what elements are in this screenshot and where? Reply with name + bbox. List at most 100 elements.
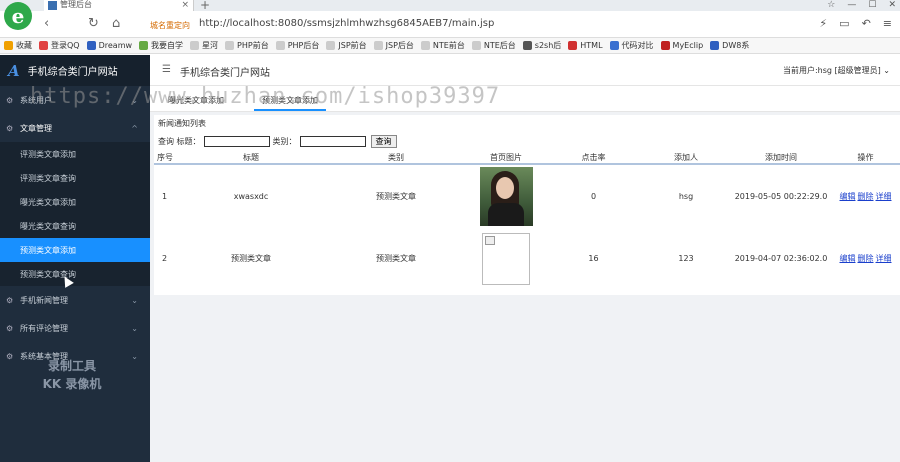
watermark-line: KK 录像机 bbox=[42, 377, 102, 391]
grid-icon bbox=[522, 41, 532, 50]
reload-icon[interactable]: ↻ bbox=[88, 16, 99, 31]
bookmark-item[interactable]: MyEclip bbox=[660, 41, 703, 50]
sidebar-item-exposure-query[interactable]: 曝光类文章查询 bbox=[0, 214, 150, 238]
bookmark-item[interactable]: NTE前台 bbox=[420, 40, 465, 51]
delete-link[interactable]: 删除 bbox=[858, 192, 874, 201]
sidebar-item-forecast-query[interactable]: 预测类文章查询 bbox=[0, 262, 150, 286]
chevron-down-icon: ⌄ bbox=[131, 295, 138, 305]
dreamweaver-icon bbox=[86, 41, 96, 50]
site-logo-icon: A bbox=[8, 61, 20, 80]
chevron-down-icon: ⌄ bbox=[131, 351, 138, 361]
search-button[interactable]: 查询 bbox=[370, 135, 397, 148]
col-header: 类别 bbox=[326, 152, 466, 165]
edit-link[interactable]: 编辑 bbox=[840, 192, 856, 201]
chevron-down-icon: ⌄ bbox=[131, 323, 138, 333]
lightning-icon[interactable]: ⚡ bbox=[819, 17, 827, 30]
bookmark-item[interactable]: s2sh后 bbox=[522, 40, 561, 51]
bookmark-item[interactable]: PHP前台 bbox=[225, 40, 269, 51]
sidebar-item-exposure-add[interactable]: 曝光类文章添加 bbox=[0, 190, 150, 214]
favorite-icon[interactable]: ☆ bbox=[827, 0, 835, 10]
eclipse-icon bbox=[660, 41, 670, 50]
window-controls: ☆ — ☐ ✕ bbox=[827, 0, 896, 10]
detail-link[interactable]: 详细 bbox=[876, 254, 892, 263]
sidebar-item-review-query[interactable]: 评测类文章查询 bbox=[0, 166, 150, 190]
title-search-input[interactable] bbox=[203, 136, 270, 147]
edit-link[interactable]: 编辑 bbox=[840, 254, 856, 263]
page-icon bbox=[326, 41, 336, 50]
hamburger-icon[interactable]: ☰ bbox=[162, 64, 171, 75]
sidebar-item-review-add[interactable]: 评测类文章添加 bbox=[0, 142, 150, 166]
sidebar-item-forecast-add[interactable]: 预测类文章添加 bbox=[0, 238, 150, 262]
address-bar[interactable]: http://localhost:8080/ssmsjzhlmhwzhsg684… bbox=[199, 18, 494, 29]
gear-icon: ⚙ bbox=[6, 351, 14, 361]
col-header: 点击率 bbox=[546, 152, 641, 165]
watermark-line: 录制工具 bbox=[47, 359, 96, 373]
table-header-row: 序号 标题 类别 首页图片 点击率 添加人 添加时间 操作 bbox=[154, 152, 900, 165]
bookmarks-bar: 收藏 登录QQ Dreamw 我要自学 星河 PHP前台 PHP后台 JSP前台… bbox=[0, 38, 900, 54]
sidebar-group-label: 文章管理 bbox=[20, 123, 52, 133]
bookmark-item[interactable]: JSP前台 bbox=[326, 40, 367, 51]
undo-icon[interactable]: ↶ bbox=[862, 17, 871, 30]
page-icon bbox=[275, 41, 285, 50]
gear-icon: ⚙ bbox=[6, 123, 14, 133]
bookmark-item[interactable]: NTE后台 bbox=[471, 40, 516, 51]
site-title: 手机综合类门户网站 bbox=[27, 67, 118, 78]
cell-clicks: 16 bbox=[588, 254, 599, 263]
nav-right-tools: ⚡ ▭ ↶ ≡ bbox=[819, 17, 892, 30]
cell-time: 2019-04-07 02:36:02.0 bbox=[734, 254, 828, 263]
bookmark-item[interactable]: 登录QQ bbox=[39, 40, 80, 51]
category-search-input[interactable] bbox=[299, 136, 366, 147]
tab-favicon-icon bbox=[48, 1, 57, 10]
home-icon[interactable]: ⌂ bbox=[112, 16, 120, 31]
detail-link[interactable]: 详细 bbox=[876, 192, 892, 201]
close-window-button[interactable]: ✕ bbox=[888, 0, 896, 10]
overlay-watermark: https://www.huzhan.com/ishop39397 bbox=[30, 84, 501, 109]
delete-link[interactable]: 删除 bbox=[858, 254, 874, 263]
bookmark-item[interactable]: 代码对比 bbox=[609, 40, 654, 51]
minimize-button[interactable]: — bbox=[847, 0, 856, 10]
browser-tab[interactable]: 管理后台 × bbox=[44, 0, 194, 11]
cell-category: 预测类文章 bbox=[376, 191, 416, 201]
sidebar-group-phone-news[interactable]: ⚙ 手机新闻管理 ⌄ bbox=[0, 286, 150, 314]
tab-close-icon[interactable]: × bbox=[181, 0, 189, 10]
broken-image-icon bbox=[482, 232, 530, 285]
bookmark-item[interactable]: 收藏 bbox=[4, 40, 32, 51]
page-icon bbox=[373, 41, 383, 50]
sidebar-group-comments[interactable]: ⚙ 所有评论管理 ⌄ bbox=[0, 314, 150, 342]
bookmark-item[interactable]: PHP后台 bbox=[275, 40, 319, 51]
cell-no: 1 bbox=[162, 191, 168, 201]
user-info[interactable]: 当前用户:hsg [超级管理员] ⌄ bbox=[783, 65, 890, 76]
page-icon bbox=[471, 41, 481, 50]
bookmark-item[interactable]: JSP后台 bbox=[373, 40, 414, 51]
bookmark-item[interactable]: 星河 bbox=[190, 40, 218, 51]
bookmark-item[interactable]: DW8系 bbox=[710, 40, 749, 51]
col-header: 标题 bbox=[176, 152, 326, 165]
address-hint: 城名重定向 bbox=[150, 21, 190, 30]
compare-icon bbox=[609, 41, 619, 50]
bookmark-item[interactable]: 我要自学 bbox=[139, 40, 183, 51]
col-header: 添加人 bbox=[641, 152, 731, 165]
html-icon bbox=[568, 41, 578, 50]
table-row: 1 xwasxdc 预测类文章 0 hsg 2019-05-05 00:22:2… bbox=[154, 164, 900, 227]
sidebar-group-label: 手机新闻管理 bbox=[20, 295, 68, 305]
cell-image bbox=[466, 227, 546, 290]
reader-icon[interactable]: ▭ bbox=[839, 17, 849, 30]
bookmark-item[interactable]: HTML bbox=[568, 41, 603, 50]
page-icon bbox=[420, 41, 430, 50]
cell-category: 预测类文章 bbox=[376, 254, 416, 263]
table-row: 2 预测类文章 预测类文章 16 123 2019-04-07 02:36:02… bbox=[154, 227, 900, 290]
menu-icon[interactable]: ≡ bbox=[883, 17, 892, 30]
search-category-label: 类别： bbox=[272, 137, 297, 146]
cell-author: 123 bbox=[678, 254, 694, 263]
back-arrow-icon[interactable]: ‹ bbox=[44, 16, 49, 31]
cell-title: xwasxdc bbox=[233, 191, 269, 201]
sidebar-group-articles[interactable]: ⚙ 文章管理 ^ bbox=[0, 114, 150, 142]
sidebar: A 手机综合类门户网站 ⚙ 系统用户 ⌄ ⚙ 文章管理 ^ 评测类文章添加 评测… bbox=[0, 55, 150, 462]
cell-ops: 编辑 删除 详细 bbox=[831, 227, 900, 290]
qq-icon bbox=[39, 41, 48, 50]
browser-tabbar: 管理后台 × + ☆ — ☐ ✕ bbox=[0, 0, 900, 12]
col-header: 添加时间 bbox=[731, 152, 831, 165]
bookmark-item[interactable]: Dreamw bbox=[86, 41, 132, 50]
maximize-button[interactable]: ☐ bbox=[868, 0, 876, 10]
sidebar-header: A 手机综合类门户网站 bbox=[0, 55, 150, 86]
